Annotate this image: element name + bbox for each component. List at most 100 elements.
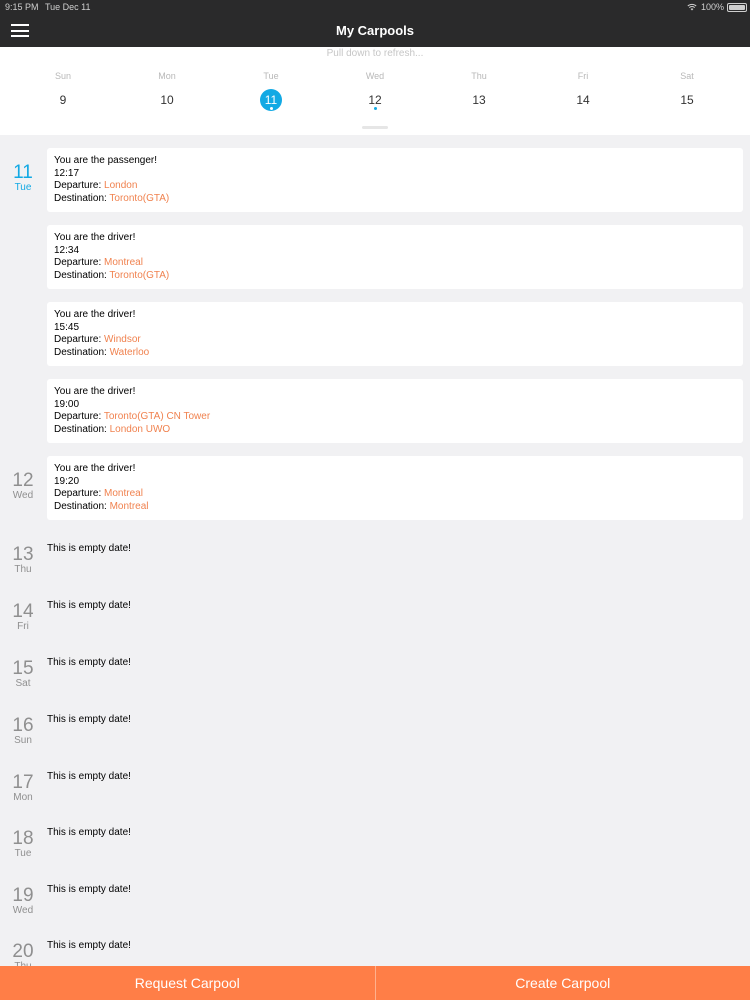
calendar-day-name: Thu <box>471 71 487 81</box>
destination-location: Montreal <box>109 500 149 512</box>
departure-location: Windsor <box>104 334 141 346</box>
carpool-time: 12:17 <box>54 167 80 179</box>
wifi-icon <box>687 3 697 11</box>
agenda-list[interactable]: 11 Tue 12 Wed You are the passenger! 12:17 Dep… <box>0 135 750 966</box>
agenda-date-12: 12 Wed <box>0 471 46 502</box>
carpool-role: You are the driver! <box>54 232 136 243</box>
carpool-role: You are the driver! <box>54 309 136 320</box>
calendar-day-12[interactable]: Wed 12 <box>323 47 427 127</box>
agenda-date-number: 18 <box>12 828 34 849</box>
departure-label: Departure: <box>54 488 105 500</box>
agenda-date-17: 17 Mon <box>0 773 46 804</box>
destination-location: London UWO <box>109 423 171 435</box>
carpool-destination: Destination: Toronto(GTA) <box>54 193 736 206</box>
departure-label: Departure: <box>54 334 105 346</box>
calendar-day-name: Fri <box>577 71 589 81</box>
calendar-day-number: 9 <box>59 93 67 107</box>
carpool-card[interactable]: You are the driver! 12:34 Departure: Montr… <box>47 225 743 289</box>
destination-location: Toronto(GTA) <box>109 192 170 204</box>
carpool-card[interactable]: You are the driver! 19:20 Departure: Montr… <box>47 456 743 520</box>
destination-location: Waterloo <box>109 346 150 358</box>
carpool-departure: Departure: Toronto(GTA) CN Tower <box>54 411 736 424</box>
calendar-day-name: Tue <box>263 71 279 81</box>
carpool-departure: Departure: Montreal <box>54 488 736 501</box>
agenda-date-number: 13 <box>12 544 34 565</box>
calendar-day-13[interactable]: Thu 13 <box>427 47 531 127</box>
empty-date-text: This is empty date! <box>47 771 131 782</box>
calendar-day-10[interactable]: Mon 10 <box>115 47 219 127</box>
request-carpool-button[interactable]: Request Carpool <box>0 966 375 1000</box>
calendar-day-number: 13 <box>472 93 486 107</box>
bottom-action-bar: Request Carpool Create Carpool <box>0 966 750 1000</box>
agenda-date-weekday: Tue <box>14 182 32 193</box>
departure-label: Departure: <box>54 180 105 192</box>
empty-date-text: This is empty date! <box>47 714 131 725</box>
carpool-destination: Destination: Toronto(GTA) <box>54 270 736 283</box>
status-bar: 9:15 PM Tue Dec 11 100% <box>0 0 750 14</box>
calendar-day-15[interactable]: Sat 15 <box>635 47 739 127</box>
empty-date-text: This is empty date! <box>47 657 131 668</box>
destination-label: Destination: <box>54 500 110 512</box>
calendar-day-9[interactable]: Sun 9 <box>11 47 115 127</box>
carpool-time: 19:20 <box>54 475 80 487</box>
carpool-destination: Destination: Montreal <box>54 501 736 514</box>
battery-icon <box>727 3 747 12</box>
agenda-date-number: 16 <box>12 715 34 736</box>
agenda-date-14: 14 Fri <box>0 602 46 633</box>
destination-label: Destination: <box>54 192 110 204</box>
agenda-date-15: 15 Sat <box>0 659 46 690</box>
agenda-date-13: 13 Thu <box>0 545 46 576</box>
carpool-departure: Departure: London <box>54 180 736 193</box>
carpool-time: 19:00 <box>54 398 80 410</box>
carpool-role: You are the driver! <box>54 386 136 397</box>
destination-label: Destination: <box>54 269 110 281</box>
calendar-day-14[interactable]: Fri 14 <box>531 47 635 127</box>
agenda-date-weekday: Sat <box>15 678 31 689</box>
event-dot <box>373 107 377 110</box>
carpool-time: 15:45 <box>54 321 80 333</box>
calendar-day-number: 14 <box>576 93 590 107</box>
create-carpool-button[interactable]: Create Carpool <box>374 966 750 1000</box>
agenda-date-number: 20 <box>12 941 34 962</box>
carpool-departure: Departure: Montreal <box>54 257 736 270</box>
empty-date-text: This is empty date! <box>47 827 131 838</box>
carpool-card[interactable]: You are the driver! 19:00 Departure: Toron… <box>47 379 743 443</box>
carpool-destination: Destination: London UWO <box>54 424 736 437</box>
agenda-date-number: 14 <box>12 601 34 622</box>
week-days: Sun 9 Mon 10 Tue 11 Wed 12 Thu 13 Fri 14 Sat 15 <box>11 47 739 127</box>
calendar-day-number: 15 <box>680 93 694 107</box>
agenda-date-19: 19 Wed <box>0 886 46 917</box>
calendar-expand-handle[interactable] <box>362 126 388 129</box>
calendar-day-name: Wed <box>365 71 385 81</box>
week-calendar: Pull down to refresh... Sun 9 Mon 10 Tue 11 We… <box>0 47 750 135</box>
calendar-day-11[interactable]: Tue 11 <box>219 47 323 127</box>
departure-location: Toronto(GTA) CN Tower <box>103 411 211 423</box>
agenda-date-weekday: Thu <box>14 564 32 575</box>
agenda-date-16: 16 Sun <box>0 716 46 747</box>
departure-location: Montreal <box>104 257 143 269</box>
departure-label: Departure: <box>54 257 105 269</box>
empty-date-text: This is empty date! <box>47 543 131 554</box>
status-right: 100% <box>687 2 724 12</box>
departure-location: London <box>104 180 138 192</box>
agenda-date-number: 11 <box>13 162 33 183</box>
empty-date-text: This is empty date! <box>47 600 131 611</box>
battery-percent: 100% <box>700 2 724 12</box>
departure-location: Montreal <box>104 488 143 500</box>
carpool-departure: Departure: Windsor <box>54 334 736 347</box>
agenda-date-weekday: Sun <box>14 735 32 746</box>
carpool-card[interactable]: You are the driver! 15:45 Departure: Winds… <box>47 302 743 366</box>
agenda-date-11: 11 Tue <box>0 163 46 194</box>
status-time: 9:15 PM <box>5 2 39 12</box>
agenda-date-number: 19 <box>12 885 34 906</box>
calendar-day-name: Mon <box>158 71 176 81</box>
carpool-card[interactable]: You are the passenger! 12:17 Departure: Lo… <box>47 148 743 212</box>
agenda-date-20: 20Thu <box>0 942 46 966</box>
destination-label: Destination: <box>54 423 110 435</box>
status-date: Tue Dec 11 <box>45 2 91 12</box>
carpool-time: 12:34 <box>54 244 80 256</box>
empty-date-text: This is empty date! <box>47 884 131 895</box>
event-dot <box>269 107 273 110</box>
agenda-date-number: 15 <box>12 658 34 679</box>
agenda-date-number: 12 <box>12 470 34 491</box>
